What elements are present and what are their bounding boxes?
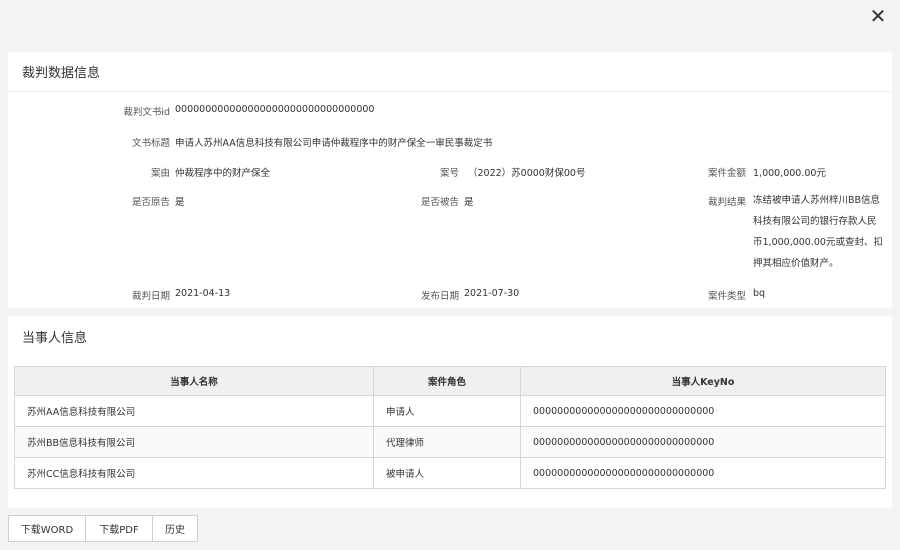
is-plaintiff-value: 是	[175, 197, 185, 208]
party-keyno-cell: 000000000000000000000000000000	[520, 457, 886, 489]
table-row: 苏州AA信息科技有限公司 申请人 00000000000000000000000…	[14, 395, 886, 427]
result-value: 冻结被申请人苏州梓川BB信息科技有限公司的银行存款人民币1,000,000.00…	[753, 195, 883, 269]
history-button[interactable]: 历史	[152, 515, 198, 542]
doc-title-label: 文书标题	[131, 138, 170, 149]
close-icon[interactable]: ✕	[866, 5, 890, 29]
case-no-label: 案号	[439, 168, 459, 179]
table-row: 苏州BB信息科技有限公司 代理律师 0000000000000000000000…	[14, 426, 886, 458]
cause-label: 案由	[150, 168, 170, 179]
publish-date-value: 2021-07-30	[464, 288, 520, 299]
publish-date-label: 发布日期	[420, 291, 459, 302]
column-header-keyno: 当事人KeyNo	[520, 366, 886, 396]
column-header-role: 案件角色	[373, 366, 521, 396]
parties-panel-title: 当事人信息	[22, 330, 88, 346]
party-name-cell: 苏州AA信息科技有限公司	[14, 395, 374, 427]
party-name-cell: 苏州CC信息科技有限公司	[14, 457, 374, 489]
party-keyno-cell: 000000000000000000000000000000	[520, 395, 886, 427]
column-header-name: 当事人名称	[14, 366, 374, 396]
case-no-value: （2022）苏0000财保00号	[468, 168, 586, 179]
download-word-button[interactable]: 下载WORD	[8, 515, 86, 542]
case-type-label: 案件类型	[707, 291, 746, 302]
is-defendant-value: 是	[464, 197, 474, 208]
table-header-row: 当事人名称 案件角色 当事人KeyNo	[14, 366, 886, 396]
cause-value: 仲裁程序中的财产保全	[175, 168, 271, 179]
party-role-cell: 申请人	[373, 395, 521, 427]
footer-button-group: 下载WORD 下载PDF 历史	[8, 515, 198, 542]
judgment-date-value: 2021-04-13	[175, 288, 231, 299]
result-label: 裁判结果	[707, 197, 746, 208]
judgment-date-label: 裁判日期	[131, 291, 170, 302]
table-row: 苏州CC信息科技有限公司 被申请人 0000000000000000000000…	[14, 457, 886, 489]
modal-header: ✕	[0, 0, 900, 40]
party-role-cell: 代理律师	[373, 426, 521, 458]
party-role-cell: 被申请人	[373, 457, 521, 489]
amount-label: 案件金额	[707, 168, 746, 179]
amount-value: 1,000,000.00元	[753, 168, 826, 179]
doc-title-value: 申请人苏州AA信息科技有限公司申请仲裁程序中的财产保全一审民事裁定书	[175, 138, 493, 149]
judgment-panel-title: 裁判数据信息	[8, 52, 892, 92]
is-plaintiff-label: 是否原告	[131, 197, 170, 208]
party-keyno-cell: 000000000000000000000000000000	[520, 426, 886, 458]
party-name-cell: 苏州BB信息科技有限公司	[14, 426, 374, 458]
download-pdf-button[interactable]: 下载PDF	[85, 515, 153, 542]
parties-table: 当事人名称 案件角色 当事人KeyNo 苏州AA信息科技有限公司 申请人 000…	[14, 366, 886, 489]
doc-id-value: 000000000000000000000000000000000	[175, 104, 375, 115]
doc-id-label: 裁判文书id	[123, 107, 170, 118]
parties-panel: 当事人信息 当事人名称 案件角色 当事人KeyNo 苏州AA信息科技有限公司 申…	[8, 316, 892, 508]
judgment-panel: 裁判数据信息 裁判文书id 00000000000000000000000000…	[8, 52, 892, 308]
case-type-value: bq	[753, 288, 766, 299]
is-defendant-label: 是否被告	[420, 197, 459, 208]
